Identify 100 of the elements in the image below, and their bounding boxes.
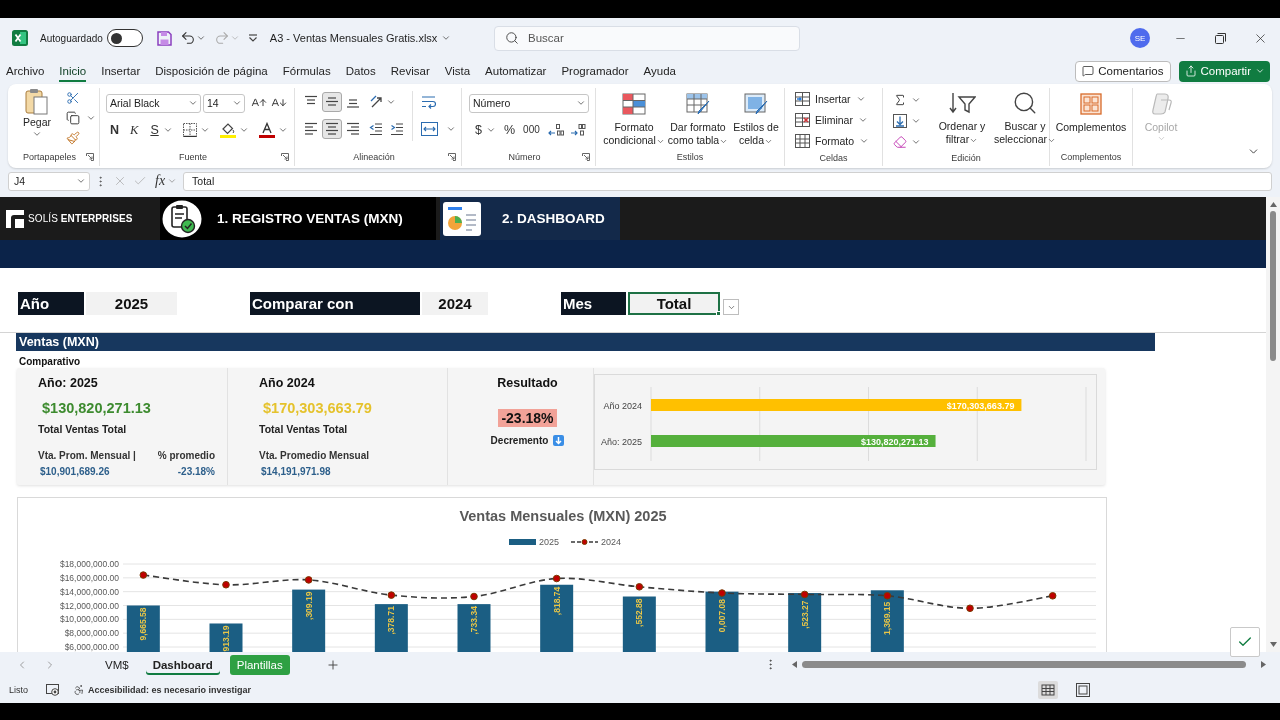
copy-icon[interactable] xyxy=(66,111,80,125)
comments-button[interactable]: Comentarios xyxy=(1075,60,1171,82)
menu-tab[interactable]: Inicio xyxy=(59,60,87,82)
bold-button[interactable]: N xyxy=(110,122,120,138)
menu-tab[interactable]: Revisar xyxy=(390,60,430,82)
dialog-launcher-icon[interactable] xyxy=(281,153,289,161)
underline-button[interactable]: S xyxy=(150,122,159,138)
caret-icon[interactable] xyxy=(446,124,456,134)
format-painter-icon[interactable] xyxy=(66,131,80,145)
menu-tab[interactable]: Disposición de página xyxy=(155,60,268,82)
menu-tab[interactable]: Ayuda xyxy=(643,60,676,82)
fill-down-icon[interactable] xyxy=(893,113,907,128)
caret-icon[interactable] xyxy=(199,125,210,135)
scroll-down-icon[interactable] xyxy=(1269,641,1277,648)
nav-tab[interactable]: 2. DASHBOARD xyxy=(440,197,620,240)
caret-icon[interactable] xyxy=(386,97,396,107)
style-button[interactable]: Formato condicional xyxy=(602,90,666,147)
nav-tab[interactable]: 1. REGISTRO VENTAS (MXN) xyxy=(160,197,436,240)
filter-value-cell[interactable]: Total xyxy=(628,292,720,315)
caret-icon[interactable] xyxy=(86,113,96,123)
menu-tab[interactable]: Fórmulas xyxy=(282,60,331,82)
currency-button[interactable]: $ xyxy=(475,122,482,138)
chevron-down-icon[interactable] xyxy=(441,33,452,43)
percent-button[interactable]: % xyxy=(503,122,516,138)
decrease-indent-icon[interactable] xyxy=(369,122,383,136)
undo-icon[interactable] xyxy=(179,30,196,46)
align-right-icon xyxy=(346,122,360,136)
cells-button[interactable]: Eliminar xyxy=(795,109,870,130)
vertical-scrollbar[interactable] xyxy=(1266,197,1280,652)
menu-tab[interactable]: Vista xyxy=(444,60,471,82)
formula-field[interactable]: Total xyxy=(183,171,1272,191)
thousands-button[interactable]: 000 xyxy=(523,122,540,138)
menu-tab[interactable]: Insertar xyxy=(101,60,141,82)
autosave-toggle[interactable] xyxy=(106,29,143,47)
scroll-left-icon[interactable] xyxy=(791,661,798,668)
file-name-button[interactable]: A3 - Ventas Mensuales Gratis.xlsx xyxy=(269,32,452,44)
caret-icon[interactable] xyxy=(485,125,496,135)
save-icon[interactable] xyxy=(156,30,172,46)
scroll-up-icon[interactable] xyxy=(1269,201,1277,208)
increase-decimal-icon[interactable] xyxy=(547,123,564,137)
caret-icon[interactable] xyxy=(238,125,249,135)
align-middle-button[interactable] xyxy=(322,92,342,112)
dialog-launcher-icon[interactable] xyxy=(582,153,590,161)
user-avatar[interactable]: SE xyxy=(1130,28,1150,48)
checkmark-button[interactable] xyxy=(1230,627,1260,657)
menu-tab[interactable]: Archivo xyxy=(6,60,45,82)
dialog-launcher-icon[interactable] xyxy=(86,153,94,161)
scroll-right-icon[interactable] xyxy=(1260,661,1267,668)
filter-value-cell[interactable]: 2024 xyxy=(422,292,488,315)
addins-button[interactable]: Complementos xyxy=(1053,90,1129,134)
share-button[interactable]: Compartir xyxy=(1178,60,1270,82)
font-select[interactable]: Arial Black xyxy=(106,93,201,113)
caret-icon[interactable] xyxy=(188,98,198,108)
align-center-button[interactable] xyxy=(322,119,342,139)
dialog-launcher-icon[interactable] xyxy=(448,153,456,161)
restore-icon[interactable] xyxy=(1214,32,1226,44)
increase-indent-icon[interactable] xyxy=(390,122,404,136)
customize-caret-icon[interactable] xyxy=(247,33,258,43)
name-box[interactable]: J4 xyxy=(8,171,90,191)
merge-cells-icon[interactable] xyxy=(421,122,438,136)
editing-button[interactable]: Ordenar y filtrar xyxy=(933,89,991,146)
sheet-tab[interactable]: Dashboard xyxy=(145,654,220,675)
number-format-select[interactable]: Número xyxy=(469,93,589,113)
eraser-icon[interactable] xyxy=(893,134,907,149)
dashboard-report-icon xyxy=(442,200,482,237)
sheet-tab[interactable]: VM$ xyxy=(98,654,136,675)
font-size-select[interactable]: 14 xyxy=(203,93,245,113)
autosum-icon[interactable] xyxy=(893,92,907,107)
scrollbar-thumb[interactable] xyxy=(1270,211,1276,361)
cut-icon[interactable] xyxy=(66,91,80,105)
italic-button[interactable]: K xyxy=(130,122,139,138)
paste-button[interactable]: Pegar xyxy=(20,88,54,139)
style-button[interactable]: Dar formato como tabla xyxy=(666,90,730,147)
spreadsheet-logo-icon[interactable] xyxy=(12,30,28,46)
decrease-decimal-icon[interactable] xyxy=(569,123,586,137)
cells-button[interactable]: Formato xyxy=(795,130,870,151)
caret-icon[interactable] xyxy=(277,125,288,135)
caret-icon[interactable] xyxy=(195,33,206,43)
filter-value-cell[interactable]: 2025 xyxy=(86,292,177,315)
menu-tab[interactable]: Datos xyxy=(345,60,376,82)
normal-view-icon[interactable] xyxy=(1038,681,1058,699)
font-color-icon[interactable] xyxy=(258,122,275,138)
macro-record-icon[interactable] xyxy=(46,684,59,696)
accessibility-status[interactable]: Accesibilidad: es necesario investigar xyxy=(88,685,252,695)
menu-tab[interactable]: Programador xyxy=(561,60,629,82)
accessibility-icon[interactable] xyxy=(73,684,85,696)
borders-icon[interactable] xyxy=(182,123,197,137)
menu-tab[interactable]: Automatizar xyxy=(485,60,547,82)
page-layout-icon[interactable] xyxy=(1076,683,1090,697)
insert-function-button[interactable]: fx xyxy=(155,173,166,189)
wrap-text-icon[interactable] xyxy=(421,94,436,110)
caret-icon[interactable] xyxy=(232,98,242,108)
cells-button[interactable]: Insertar xyxy=(795,88,870,109)
caret-icon[interactable] xyxy=(162,125,173,135)
caret-icon[interactable] xyxy=(576,98,586,108)
text-orientation-icon[interactable] xyxy=(370,95,384,109)
search-field[interactable]: Buscar xyxy=(494,25,800,51)
caret-icon[interactable] xyxy=(76,176,86,186)
fill-color-icon[interactable] xyxy=(219,122,236,138)
style-button[interactable]: Estilos de celda xyxy=(730,90,782,147)
